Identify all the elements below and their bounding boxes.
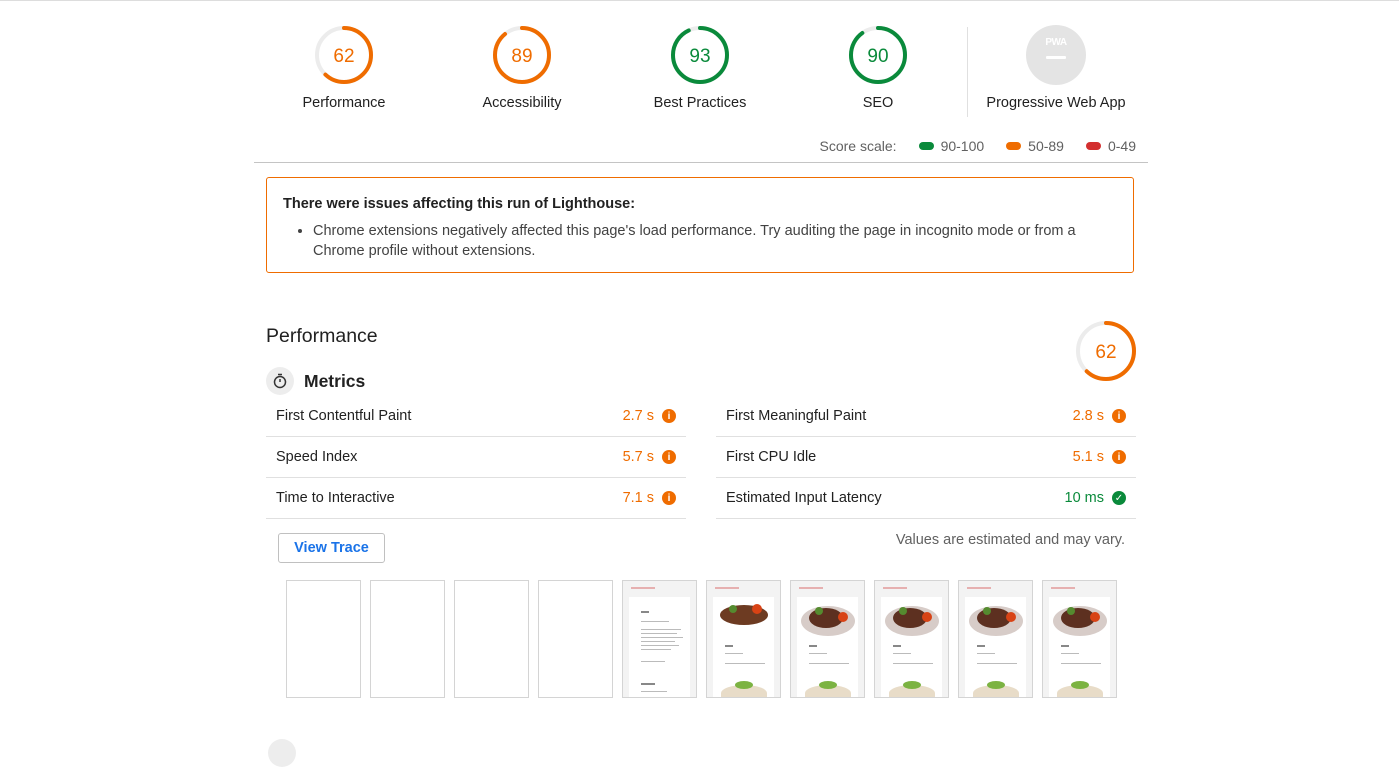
metric-value: 2.7 s (622, 408, 654, 424)
gauge-label: Progressive Web App (986, 95, 1126, 111)
pwa-badge-icon: PWA (1026, 25, 1086, 85)
metric-value: 10 ms (1064, 490, 1105, 506)
metric-value: 5.1 s (1072, 449, 1104, 465)
filmstrip (286, 580, 1126, 698)
scale-fail: 0-49 (1085, 138, 1136, 154)
gauge-label: Accessibility (482, 95, 562, 111)
filmstrip-frame (874, 580, 949, 698)
gauge-ring: 89 (493, 26, 551, 84)
gauge-best-practices[interactable]: 93 Best Practices (630, 25, 770, 111)
metrics-title: Metrics (304, 370, 366, 391)
gauge-ring: 62 (315, 26, 373, 84)
score-scale: Score scale: 90-100 50-89 0-49 (820, 138, 1136, 154)
metrics-column-left: First Contentful Paint 2.7 s i Speed Ind… (266, 396, 686, 519)
gauge-score: 93 (689, 46, 710, 67)
performance-section-gauge: 62 (1075, 320, 1137, 387)
gauge-accessibility[interactable]: 89 Accessibility (452, 25, 592, 111)
metric-row: First CPU Idle 5.1 s i (716, 437, 1136, 478)
filmstrip-frame (454, 580, 529, 698)
metric-label: Speed Index (276, 449, 358, 465)
metric-label: First Meaningful Paint (726, 408, 867, 424)
metric-label: Estimated Input Latency (726, 490, 882, 506)
metric-label: First Contentful Paint (276, 408, 412, 424)
metric-value: 2.8 s (1072, 408, 1104, 424)
filmstrip-frame (706, 580, 781, 698)
filmstrip-frame (1042, 580, 1117, 698)
gauge-label: Performance (302, 95, 386, 111)
gauge-seo[interactable]: 90 SEO (808, 25, 948, 111)
pwa-badge-text: PWA (1045, 37, 1067, 48)
header-divider (254, 162, 1148, 163)
info-icon: i (1112, 450, 1126, 464)
score-scale-label: Score scale: (819, 138, 897, 154)
filmstrip-frame (370, 580, 445, 698)
filmstrip-frame (286, 580, 361, 698)
category-gauges: 62 Performance 89 Accessibility 93 Best … (254, 1, 1148, 163)
metric-row: First Meaningful Paint 2.8 s i (716, 396, 1136, 437)
warning-title: There were issues affecting this run of … (283, 196, 636, 212)
gauge-score: 90 (867, 46, 888, 67)
gauge-pwa[interactable]: PWA Progressive Web App (986, 25, 1126, 111)
metric-row: First Contentful Paint 2.7 s i (266, 396, 686, 437)
filmstrip-frame (790, 580, 865, 698)
pwa-dash (1046, 56, 1066, 59)
scale-range: 90-100 (940, 138, 985, 154)
section-title-performance: Performance (266, 325, 378, 347)
run-warnings: There were issues affecting this run of … (266, 177, 1134, 273)
fail-pill-icon (1085, 142, 1101, 150)
gauge-performance[interactable]: 62 Performance (274, 25, 414, 111)
info-icon: i (662, 450, 676, 464)
gauge-score: 62 (1095, 342, 1116, 363)
warning-list: Chrome extensions negatively affected th… (283, 221, 1117, 261)
metric-row: Estimated Input Latency 10 ms ✓ (716, 478, 1136, 519)
info-icon: i (662, 491, 676, 505)
filmstrip-frame (958, 580, 1033, 698)
metric-row: Time to Interactive 7.1 s i (266, 478, 686, 519)
info-icon: i (1112, 409, 1126, 423)
gauge-divider (967, 27, 968, 117)
metric-label: First CPU Idle (726, 449, 817, 465)
scale-range: 0-49 (1107, 138, 1136, 154)
filmstrip-frame (622, 580, 697, 698)
metric-value: 5.7 s (622, 449, 654, 465)
gauge-score: 62 (333, 46, 354, 67)
gauge-label: Best Practices (653, 95, 747, 111)
metrics-header: Metrics (266, 367, 365, 395)
view-trace-button[interactable]: View Trace (278, 533, 385, 563)
gauge-ring: 93 (671, 26, 729, 84)
gauge-ring: 62 (1076, 321, 1136, 381)
metric-row: Speed Index 5.7 s i (266, 437, 686, 478)
filmstrip-frame (538, 580, 613, 698)
gauge-ring: 90 (849, 26, 907, 84)
metrics-disclaimer: Values are estimated and may vary. (895, 532, 1125, 548)
next-section-icon (268, 739, 296, 767)
check-icon: ✓ (1112, 491, 1126, 505)
stopwatch-icon (266, 367, 294, 395)
average-pill-icon (1006, 142, 1022, 150)
metric-value: 7.1 s (622, 490, 654, 506)
warning-item: Chrome extensions negatively affected th… (313, 221, 1117, 261)
scale-average: 50-89 (1006, 138, 1064, 154)
metric-label: Time to Interactive (276, 490, 395, 506)
metrics-column-right: First Meaningful Paint 2.8 s i First CPU… (716, 396, 1136, 519)
scale-range: 50-89 (1028, 138, 1064, 154)
gauge-score: 89 (511, 46, 532, 67)
info-icon: i (662, 409, 676, 423)
gauge-label: SEO (862, 95, 894, 111)
pass-pill-icon (918, 142, 934, 150)
scale-pass: 90-100 (918, 138, 985, 154)
